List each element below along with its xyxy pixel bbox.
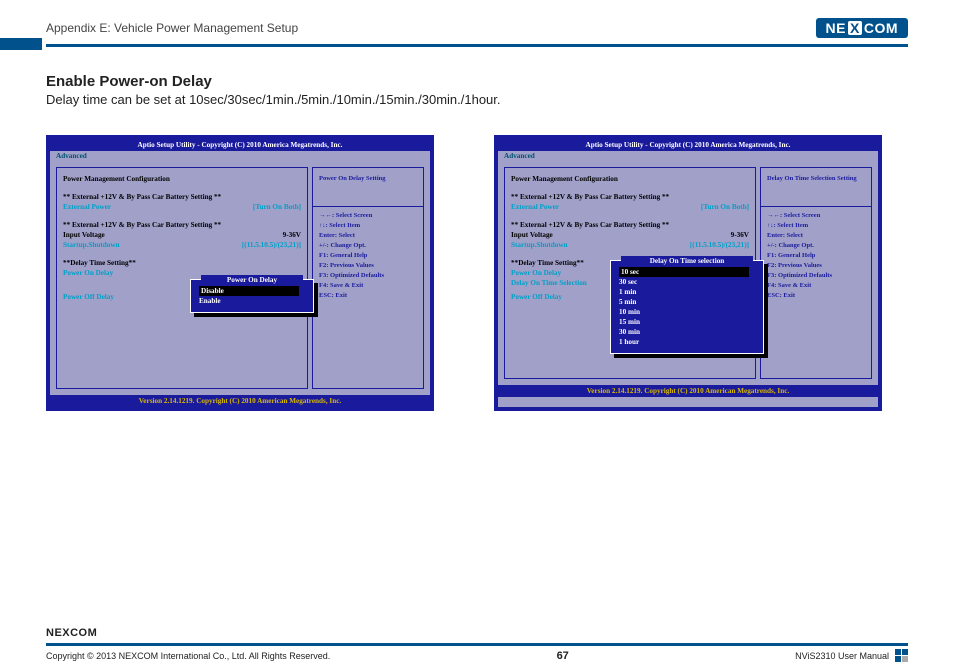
startup-val[interactable]: [(11.5.10.5)/(23,21)] xyxy=(242,240,301,250)
tab-advanced[interactable]: Advanced xyxy=(56,151,87,161)
power-on-delay-popup[interactable]: Power On Delay Disable Enable xyxy=(190,279,314,313)
help-key: ↑↓: Select Item xyxy=(319,221,417,231)
bios-title: Aptio Setup Utility - Copyright (C) 2010… xyxy=(50,139,430,151)
help-key: ESC: Exit xyxy=(767,291,865,301)
footer-doc: NViS2310 User Manual xyxy=(795,651,889,661)
help-key: F3: Optimized Defaults xyxy=(319,271,417,281)
startup-val[interactable]: [(11.5.10.5)/(23,21)] xyxy=(690,240,749,250)
battery-header: ** External +12V & By Pass Car Battery S… xyxy=(63,192,301,202)
ext-power-val[interactable]: [Turn On Both] xyxy=(253,202,301,212)
help-key: ESC: Exit xyxy=(319,291,417,301)
battery-header: ** External +12V & By Pass Car Battery S… xyxy=(511,192,749,202)
popup-option[interactable]: 5 min xyxy=(619,297,749,307)
popup-option[interactable]: 10 min xyxy=(619,307,749,317)
bios-footer: Version 2.14.1219. Copyright (C) 2010 Am… xyxy=(50,395,430,407)
bios-screen-left: Aptio Setup Utility - Copyright (C) 2010… xyxy=(46,135,434,411)
popup-option[interactable]: 30 sec xyxy=(619,277,749,287)
bios-footer: Version 2.14.1219. Copyright (C) 2010 Am… xyxy=(498,385,878,397)
popup-option-disable[interactable]: Disable xyxy=(199,286,299,296)
help-key: F3: Optimized Defaults xyxy=(767,271,865,281)
help-key: →←: Select Screen xyxy=(767,211,865,221)
popup-option[interactable]: 1 min xyxy=(619,287,749,297)
help-key: ↑↓: Select Item xyxy=(767,221,865,231)
startup-lbl[interactable]: Startup.Shutdown xyxy=(511,240,568,250)
header-rule xyxy=(46,44,908,47)
bios-panes: Aptio Setup Utility - Copyright (C) 2010… xyxy=(46,135,908,411)
popup-title: Power On Delay xyxy=(201,275,303,285)
popup-option[interactable]: 30 min xyxy=(619,327,749,337)
help-key: F2: Previous Values xyxy=(319,261,417,271)
help-key: F4: Save & Exit xyxy=(319,281,417,291)
cfg-header: Power Management Configuration xyxy=(511,174,749,184)
page-footer: NEXCOM Copyright © 2013 NEXCOM Internati… xyxy=(46,627,908,662)
footer-logo: NEXCOM xyxy=(46,627,97,639)
help-key: F2: Previous Values xyxy=(767,261,865,271)
popup-option[interactable]: 15 min xyxy=(619,317,749,327)
in-voltage-lbl: Input Voltage xyxy=(63,230,105,240)
appendix-title: Appendix E: Vehicle Power Management Set… xyxy=(46,21,298,35)
startup-lbl[interactable]: Startup.Shutdown xyxy=(63,240,120,250)
cfg-header: Power Management Configuration xyxy=(63,174,301,184)
section-title: Enable Power-on Delay xyxy=(46,73,908,90)
pon-delay-lbl[interactable]: Power On Delay xyxy=(63,268,113,278)
logo-part: COM xyxy=(864,21,898,35)
volt-header: ** External +12V & By Pass Car Battery S… xyxy=(511,220,749,230)
bios-right-col: Delay On Time Selection Setting →←: Sele… xyxy=(760,167,872,379)
popup-option-enable[interactable]: Enable xyxy=(199,296,299,306)
footer-copyright: Copyright © 2013 NEXCOM International Co… xyxy=(46,651,330,661)
poff-delay-lbl[interactable]: Power Off Delay xyxy=(511,292,562,302)
delay-header: **Delay Time Setting** xyxy=(63,258,301,268)
help-key: F4: Save & Exit xyxy=(767,281,865,291)
help-title: Delay On Time Selection Setting xyxy=(767,174,865,184)
help-key: F1: General Help xyxy=(767,251,865,261)
in-voltage-val: 9-36V xyxy=(731,230,749,240)
delay-time-popup[interactable]: Delay On Time selection 10 sec 30 sec 1 … xyxy=(610,260,764,354)
help-key: Enter: Select xyxy=(767,231,865,241)
delay-on-sel-lbl[interactable]: Delay On Time Selection xyxy=(511,278,587,288)
help-key: +/-: Change Opt. xyxy=(319,241,417,251)
help-key: →←: Select Screen xyxy=(319,211,417,221)
ext-power-val[interactable]: [Turn On Both] xyxy=(701,202,749,212)
bios-right-col: Power On Delay Setting →←: Select Screen… xyxy=(312,167,424,389)
section-desc: Delay time can be set at 10sec/30sec/1mi… xyxy=(46,92,908,107)
ext-power-lbl[interactable]: External Power xyxy=(63,202,111,212)
bios-screen-right: Aptio Setup Utility - Copyright (C) 2010… xyxy=(494,135,882,411)
bios-tabs: Advanced xyxy=(50,151,430,161)
in-voltage-val: 9-36V xyxy=(283,230,301,240)
popup-option[interactable]: 10 sec xyxy=(619,267,749,277)
help-key: Enter: Select xyxy=(319,231,417,241)
help-key: F1: General Help xyxy=(319,251,417,261)
logo-part-x: X xyxy=(848,21,862,35)
volt-header: ** External +12V & By Pass Car Battery S… xyxy=(63,220,301,230)
bios-tabs: Advanced xyxy=(498,151,878,161)
in-voltage-lbl: Input Voltage xyxy=(511,230,553,240)
poff-delay-lbl[interactable]: Power Off Delay xyxy=(63,292,114,302)
page-header: Appendix E: Vehicle Power Management Set… xyxy=(46,18,908,38)
nexcom-logo: NE X COM xyxy=(816,18,908,38)
help-title: Power On Delay Setting xyxy=(319,174,417,184)
bios-title: Aptio Setup Utility - Copyright (C) 2010… xyxy=(498,139,878,151)
corner-icon xyxy=(895,649,908,662)
footer-page-num: 67 xyxy=(557,650,569,662)
help-key: +/-: Change Opt. xyxy=(767,241,865,251)
popup-option[interactable]: 1 hour xyxy=(619,337,749,347)
popup-title: Delay On Time selection xyxy=(621,256,753,266)
tab-advanced[interactable]: Advanced xyxy=(504,151,535,161)
ext-power-lbl[interactable]: External Power xyxy=(511,202,559,212)
logo-part: NE xyxy=(826,21,846,35)
pon-delay-lbl[interactable]: Power On Delay xyxy=(511,268,561,278)
